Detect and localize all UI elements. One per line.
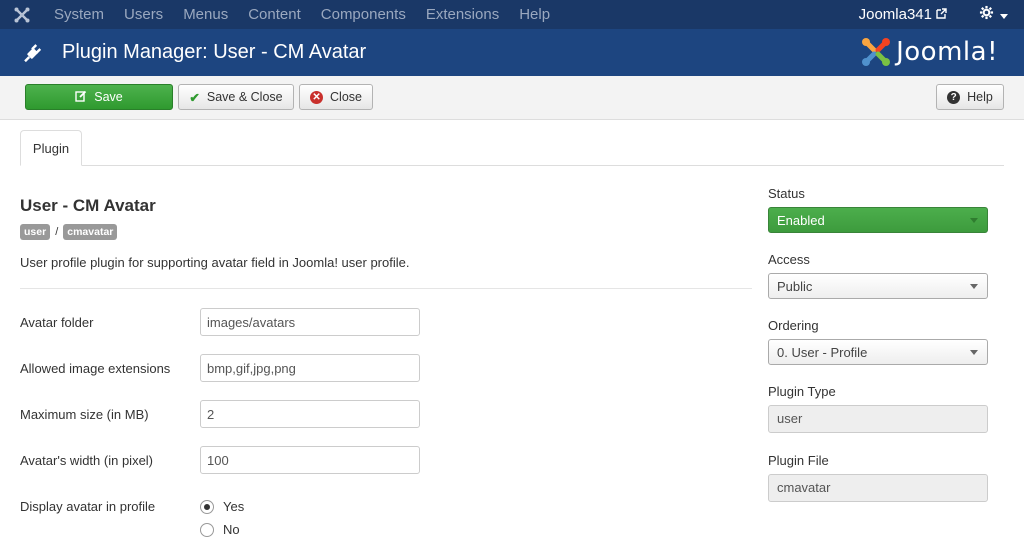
- save-close-button[interactable]: ✔ Save & Close: [178, 84, 294, 110]
- tab-plugin[interactable]: Plugin: [20, 130, 82, 166]
- menu-content[interactable]: Content: [238, 0, 311, 29]
- plugin-file-label: Plugin File: [768, 453, 829, 468]
- plugin-file-field: cmavatar: [768, 474, 988, 502]
- settings-dropdown[interactable]: [979, 5, 1024, 25]
- access-select[interactable]: Public: [768, 273, 988, 299]
- menu-system[interactable]: System: [44, 0, 114, 29]
- plugin-type-field: user: [768, 405, 988, 433]
- status-label: Status: [768, 186, 805, 201]
- avatar-folder-label: Avatar folder: [20, 315, 94, 330]
- max-size-input[interactable]: [200, 400, 420, 428]
- external-link-icon: [936, 6, 947, 23]
- close-icon: ✕: [310, 90, 324, 104]
- check-icon: ✔: [189, 90, 200, 105]
- radio-no-circle[interactable]: [200, 522, 214, 537]
- page-title: Plugin Manager: User - CM Avatar: [62, 41, 367, 63]
- element-badge: cmavatar: [63, 224, 118, 240]
- close-label: Close: [330, 90, 362, 104]
- caret-down-icon: [970, 284, 978, 289]
- question-icon: ?: [947, 90, 961, 104]
- site-name: Joomla341: [858, 6, 932, 23]
- extensions-input[interactable]: [200, 354, 420, 382]
- plugin-icon: [22, 42, 62, 64]
- menu-extensions[interactable]: Extensions: [416, 0, 509, 29]
- site-link[interactable]: Joomla341: [859, 6, 979, 23]
- access-label: Access: [768, 252, 810, 267]
- menu-components[interactable]: Components: [311, 0, 416, 29]
- page-header: Plugin Manager: User - CM Avatar Joomla!: [0, 29, 1024, 76]
- menu-menus[interactable]: Menus: [173, 0, 238, 29]
- width-input[interactable]: [200, 446, 420, 474]
- plugin-badges: user / cmavatar: [20, 224, 118, 240]
- plugin-type-label: Plugin Type: [768, 384, 836, 399]
- radio-no[interactable]: No: [200, 522, 240, 537]
- plugin-title: User - CM Avatar: [20, 196, 156, 215]
- gear-icon: [979, 5, 994, 25]
- radio-yes-circle[interactable]: [200, 499, 214, 514]
- ordering-label: Ordering: [768, 318, 819, 333]
- save-label: Save: [94, 90, 123, 104]
- access-value: Public: [777, 278, 813, 294]
- avatar-folder-input[interactable]: [200, 308, 420, 336]
- caret-down-icon: [970, 218, 978, 223]
- help-button[interactable]: ? Help: [936, 84, 1004, 110]
- menu-help[interactable]: Help: [509, 0, 560, 29]
- extensions-label: Allowed image extensions: [20, 361, 171, 376]
- width-label: Avatar's width (in pixel): [20, 453, 154, 468]
- help-label: Help: [967, 90, 993, 104]
- close-button[interactable]: ✕ Close: [299, 84, 373, 110]
- caret-down-icon: [970, 350, 978, 355]
- group-badge: user: [20, 224, 51, 240]
- divider: [20, 288, 752, 289]
- status-value: Enabled: [777, 212, 825, 228]
- status-select[interactable]: Enabled: [768, 207, 988, 233]
- main-menu: System Users Menus Content Components Ex…: [44, 0, 560, 29]
- toolbar: Save ✔ Save & Close ✕ Close ? Help: [0, 76, 1024, 120]
- joomla-logo: Joomla!: [860, 34, 998, 70]
- ordering-value: 0. User - Profile: [777, 344, 868, 360]
- joomla-menu-icon[interactable]: [0, 0, 44, 29]
- caret-down-icon: [1000, 6, 1008, 24]
- display-avatar-label: Display avatar in profile: [20, 499, 156, 514]
- plugin-description: User profile plugin for supporting avata…: [20, 255, 410, 270]
- radio-no-label: No: [223, 522, 240, 537]
- max-size-label: Maximum size (in MB): [20, 407, 149, 422]
- badge-separator: /: [55, 226, 59, 238]
- radio-yes-label: Yes: [223, 499, 245, 514]
- ordering-select[interactable]: 0. User - Profile: [768, 339, 988, 365]
- tab-bar: Plugin: [20, 130, 1004, 166]
- save-close-label: Save & Close: [206, 90, 283, 104]
- menu-users[interactable]: Users: [114, 0, 173, 29]
- top-nav: System Users Menus Content Components Ex…: [0, 0, 1024, 29]
- radio-yes[interactable]: Yes: [200, 499, 244, 514]
- save-button[interactable]: Save: [25, 84, 173, 110]
- joomla-brand-text: Joomla!: [896, 37, 998, 67]
- edit-icon: [75, 90, 87, 105]
- radio-selected-dot: [204, 503, 210, 510]
